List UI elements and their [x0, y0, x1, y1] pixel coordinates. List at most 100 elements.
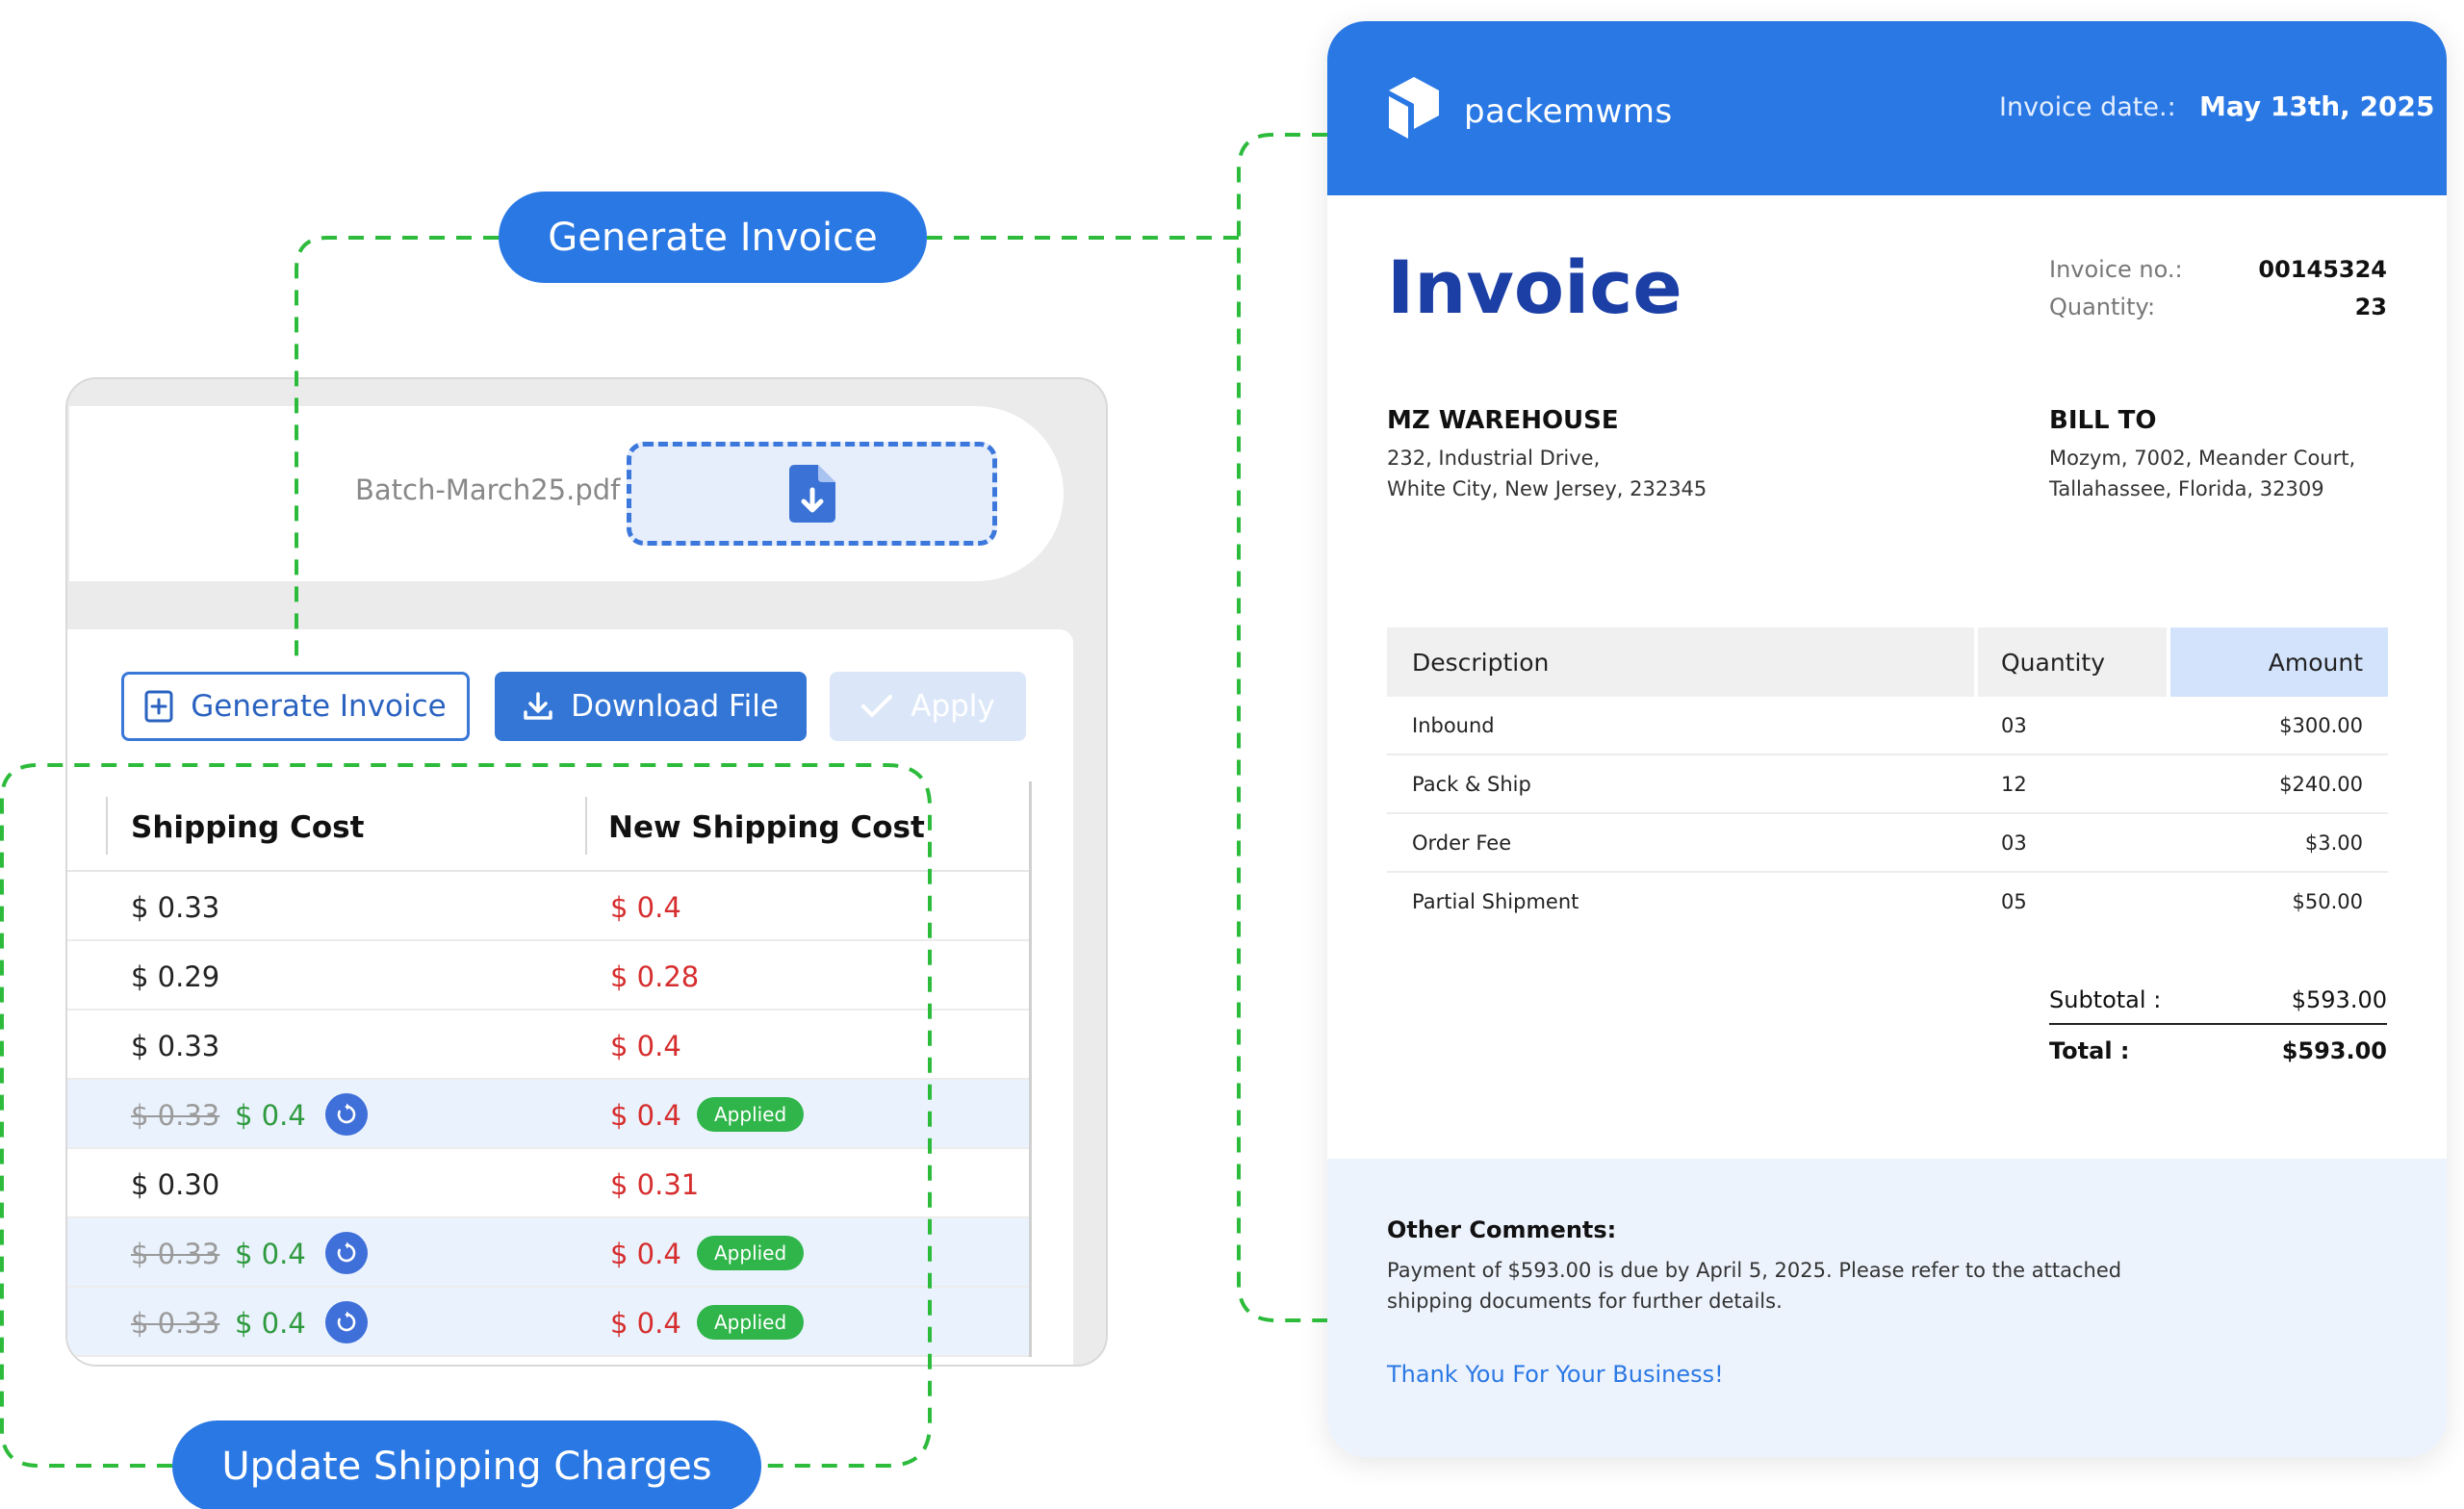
item-amount: $300.00 [2279, 714, 2363, 737]
invoice-document: packemwms Invoice date.: May 13th, 2025 … [1327, 21, 2447, 1457]
total-value: $593.00 [2281, 1037, 2387, 1064]
applied-badge: Applied [697, 1305, 805, 1340]
reset-icon[interactable] [325, 1301, 368, 1343]
amount-header: Amount [2268, 649, 2363, 677]
table-row[interactable]: $ 0.30 $ 0.31 [67, 1149, 1029, 1218]
table-row[interactable]: $ 0.33 $ 0.4 [67, 872, 1029, 941]
generate-invoice-button[interactable]: Generate Invoice [121, 672, 470, 741]
packemwms-logo-icon [1389, 77, 1439, 139]
bill-to-heading: BILL TO [2049, 406, 2157, 435]
invoice-line-item: Pack & Ship 12 $240.00 [1387, 755, 2388, 814]
quantity-header-cell: Quantity [1978, 627, 2167, 697]
invoice-number-label: Invoice no.: [2049, 256, 2183, 283]
new-shipping-cost: $ 0.4 [610, 1238, 681, 1270]
generate-invoice-callout-label: Generate Invoice [548, 215, 878, 260]
invoice-line-item: Partial Shipment 05 $50.00 [1387, 873, 2388, 932]
table-row[interactable]: $ 0.33 $ 0.4 $ 0.4 Applied [67, 1218, 1029, 1288]
shipping-cost: $ 0.33 [131, 1307, 220, 1340]
shipping-cost: $ 0.33 [131, 1099, 220, 1132]
table-row[interactable]: $ 0.33 $ 0.4 $ 0.4 Applied [67, 1288, 1029, 1357]
update-shipping-charges-callout: Update Shipping Charges [172, 1420, 761, 1509]
updated-shipping-cost: $ 0.4 [235, 1238, 306, 1270]
invoice-header: packemwms Invoice date.: May 13th, 2025 [1327, 21, 2447, 195]
updated-shipping-cost: $ 0.4 [235, 1099, 306, 1132]
new-shipping-cost: $ 0.4 [610, 1030, 681, 1062]
table-header: Shipping Cost New Shipping Cost [67, 781, 1029, 872]
file-card: Batch-March25.pdf [69, 406, 1064, 581]
new-shipping-cost: $ 0.4 [610, 891, 681, 924]
subtotal-value: $593.00 [2291, 986, 2387, 1013]
comments-line1: Payment of $593.00 is due by April 5, 20… [1387, 1259, 2122, 1282]
shipping-table-card: Generate Invoice Download File Apply Shi… [67, 629, 1073, 1365]
add-document-icon [144, 690, 173, 723]
apply-button[interactable]: Apply [830, 672, 1026, 741]
applied-badge: Applied [697, 1236, 805, 1270]
reset-icon[interactable] [325, 1093, 368, 1136]
file-name: Batch-March25.pdf [355, 473, 621, 506]
item-quantity: 05 [2001, 890, 2027, 913]
invoice-date-label: Invoice date.: [1999, 92, 2176, 122]
invoice-title: Invoice [1387, 244, 1682, 330]
invoice-line-item: Inbound 03 $300.00 [1387, 697, 2388, 755]
column-divider [585, 797, 587, 855]
item-description: Partial Shipment [1412, 890, 1579, 913]
update-shipping-callout-label: Update Shipping Charges [221, 1444, 712, 1489]
generate-invoice-callout: Generate Invoice [499, 192, 927, 283]
brand-name: packemwms [1464, 92, 1673, 131]
new-shipping-cost: $ 0.28 [610, 960, 700, 993]
new-shipping-cost: $ 0.4 [610, 1307, 681, 1340]
thank-you-message: Thank You For Your Business! [1387, 1361, 1724, 1388]
comments-title: Other Comments: [1387, 1216, 1617, 1243]
item-amount: $240.00 [2279, 773, 2363, 796]
file-download-icon [788, 465, 835, 523]
item-amount: $50.00 [2292, 890, 2363, 913]
bill-to-address-line2: Tallahassee, Florida, 32309 [2049, 477, 2324, 500]
shipping-cost: $ 0.33 [131, 891, 220, 924]
invoice-items-table: Description Quantity Amount Inbound 03 $… [1387, 627, 2388, 932]
item-quantity: 03 [2001, 714, 2027, 737]
bill-to-address-line1: Mozym, 7002, Meander Court, [2049, 447, 2356, 470]
updated-shipping-cost: $ 0.4 [235, 1307, 306, 1340]
warehouse-name: MZ WAREHOUSE [1387, 406, 1619, 435]
checkmark-icon [861, 695, 893, 717]
table-row[interactable]: $ 0.29 $ 0.28 [67, 941, 1029, 1010]
item-description: Pack & Ship [1412, 773, 1531, 796]
description-header-cell: Description [1387, 627, 1974, 697]
shipping-cost: $ 0.30 [131, 1168, 220, 1201]
batch-panel: Batch-March25.pdf Generate Invoice Downl… [65, 377, 1108, 1367]
invoice-table-header: Description Quantity Amount [1387, 627, 2388, 697]
quantity-header: Quantity [2001, 649, 2106, 677]
generate-invoice-button-label: Generate Invoice [191, 689, 447, 724]
apply-button-label: Apply [911, 689, 995, 724]
table-row[interactable]: $ 0.33 $ 0.4 $ 0.4 Applied [67, 1080, 1029, 1149]
warehouse-address-line2: White City, New Jersey, 232345 [1387, 477, 1707, 500]
column-header-shipping-cost: Shipping Cost [131, 810, 365, 845]
invoice-date-value: May 13th, 2025 [2199, 90, 2435, 122]
download-icon [524, 692, 552, 720]
reset-icon[interactable] [325, 1232, 368, 1274]
invoice-line-item: Order Fee 03 $3.00 [1387, 814, 2388, 873]
file-download-area[interactable] [627, 442, 997, 546]
item-description: Order Fee [1412, 831, 1512, 855]
invoice-number-value: 00145324 [2258, 256, 2387, 283]
download-file-button-label: Download File [571, 689, 779, 724]
item-quantity: 12 [2001, 773, 2027, 796]
new-shipping-cost: $ 0.4 [610, 1099, 681, 1132]
invoice-footer: Other Comments: Payment of $593.00 is du… [1327, 1159, 2447, 1457]
total-label: Total : [2049, 1037, 2130, 1064]
description-header: Description [1412, 649, 1550, 677]
quantity-value: 23 [2354, 294, 2387, 320]
shipping-cost: $ 0.33 [131, 1030, 220, 1062]
table-row[interactable]: $ 0.33 $ 0.4 [67, 1010, 1029, 1080]
column-divider [106, 797, 108, 855]
shipping-cost-table: Shipping Cost New Shipping Cost $ 0.33 $… [67, 781, 1032, 1357]
item-quantity: 03 [2001, 831, 2027, 855]
download-file-button[interactable]: Download File [495, 672, 807, 741]
column-header-new-shipping-cost: New Shipping Cost [608, 810, 925, 845]
warehouse-address-line1: 232, Industrial Drive, [1387, 447, 1601, 470]
quantity-label: Quantity: [2049, 294, 2156, 320]
totals-divider [2049, 1023, 2387, 1025]
item-description: Inbound [1412, 714, 1495, 737]
comments-line2: shipping documents for further details. [1387, 1290, 1783, 1313]
amount-header-cell: Amount [2170, 627, 2388, 697]
